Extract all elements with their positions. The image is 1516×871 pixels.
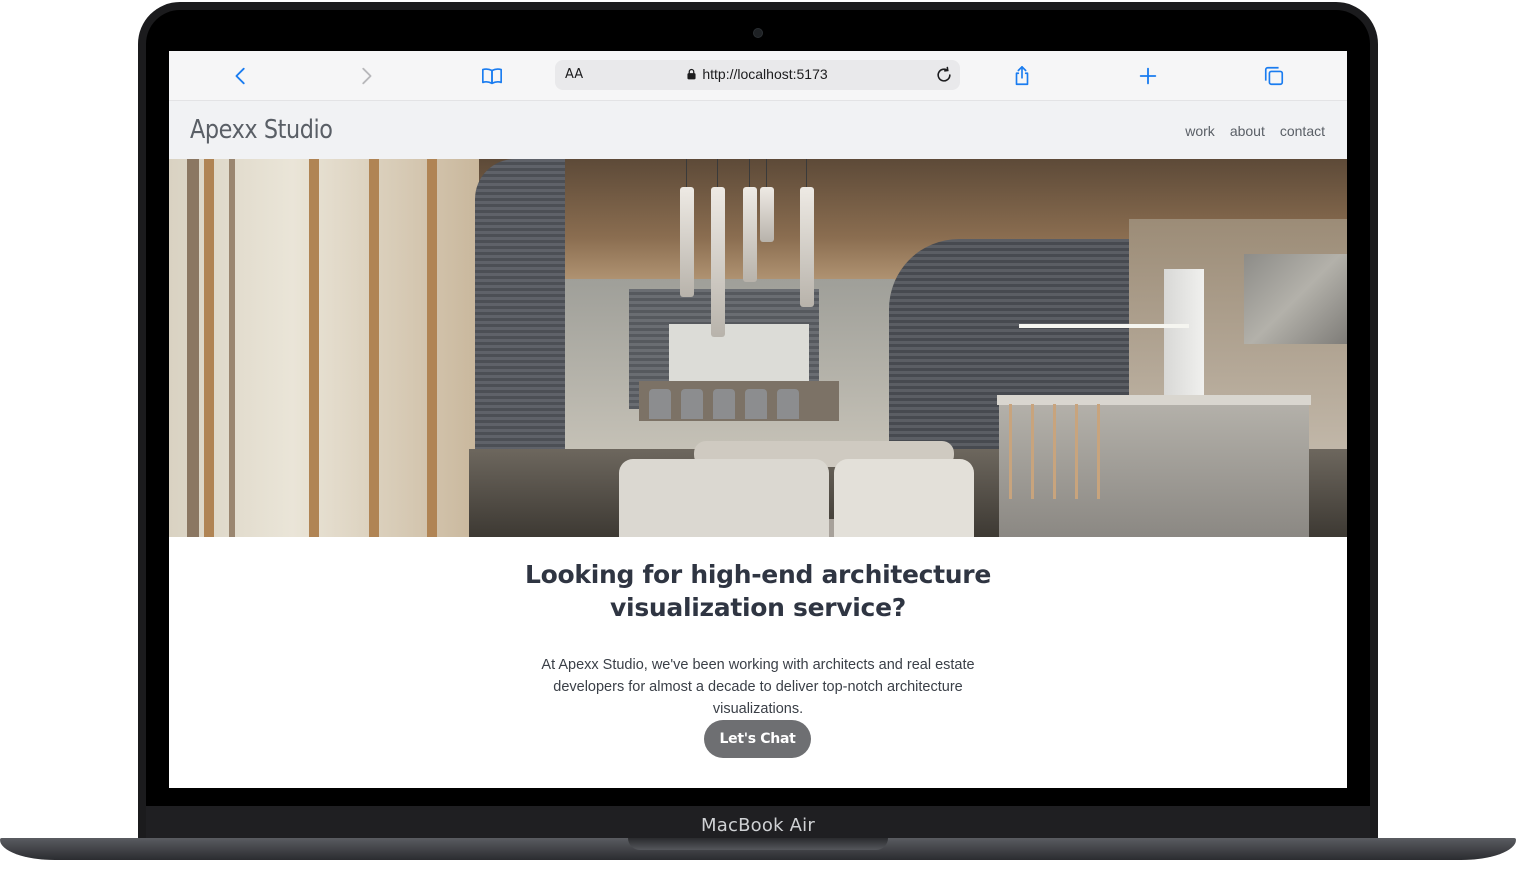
brand-logo[interactable]: Apexx Studio — [190, 115, 333, 145]
webcam — [754, 29, 762, 37]
laptop-base-notch — [628, 838, 888, 850]
nav-links: work about contact — [1185, 123, 1325, 139]
hero-content: Looking for high-end architecture visual… — [169, 537, 1347, 788]
book-icon[interactable] — [479, 63, 505, 89]
hero-headline: Looking for high-end architecture visual… — [169, 558, 1347, 624]
browser-toolbar: AA http://localhost:5173 — [169, 51, 1347, 101]
address-bar[interactable]: AA http://localhost:5173 — [555, 60, 960, 90]
reload-icon[interactable] — [934, 65, 954, 85]
share-icon[interactable] — [1009, 63, 1035, 89]
device-label: MacBook Air — [701, 815, 815, 836]
screen: AA http://localhost:5173 Apexx Studio wo… — [169, 51, 1347, 788]
nav-link-about[interactable]: about — [1230, 123, 1265, 139]
site-navbar: Apexx Studio work about contact — [169, 101, 1347, 159]
lock-icon — [687, 68, 696, 80]
hero-image — [169, 159, 1347, 537]
hero-description: At Apexx Studio, we've been working with… — [541, 656, 975, 717]
chevron-left-icon[interactable] — [228, 63, 254, 89]
url-text: http://localhost:5173 — [702, 66, 828, 82]
lets-chat-button[interactable]: Let's Chat — [704, 720, 811, 758]
nav-link-work[interactable]: work — [1185, 123, 1215, 139]
chevron-right-icon[interactable] — [353, 63, 379, 89]
nav-link-contact[interactable]: contact — [1280, 123, 1325, 139]
plus-icon[interactable] — [1135, 63, 1161, 89]
tabs-icon[interactable] — [1261, 63, 1287, 89]
hero-headline-line2: visualization service? — [610, 593, 906, 622]
hero-headline-line1: Looking for high-end architecture — [525, 560, 991, 589]
